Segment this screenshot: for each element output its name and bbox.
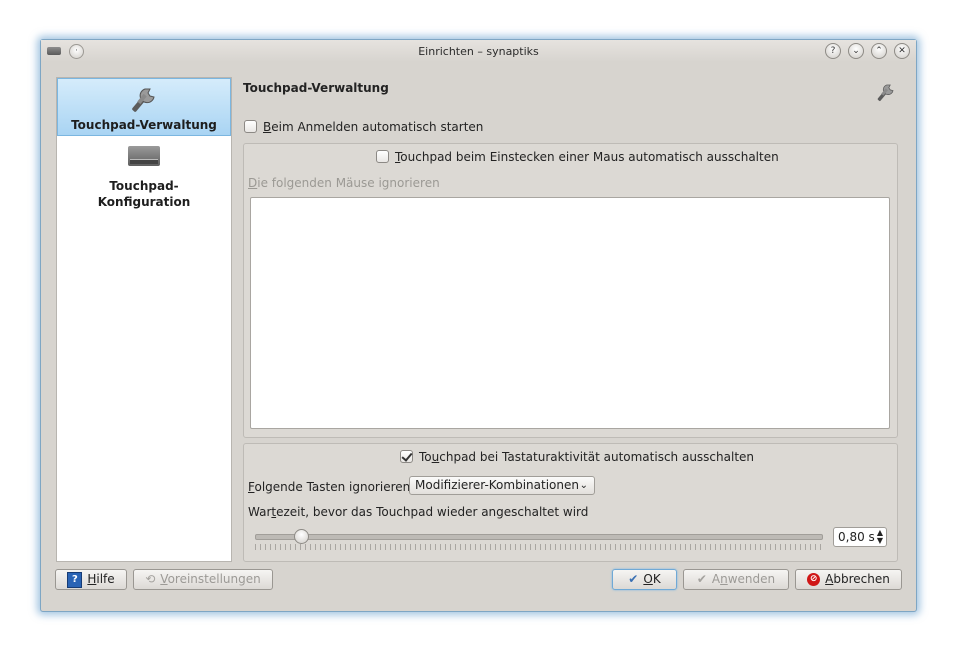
sidebar-item-label: Touchpad-Verwaltung: [71, 118, 217, 132]
sidebar-item-label-line2: Konfiguration: [97, 195, 191, 209]
wrench-icon: [58, 79, 230, 117]
check-icon: ✔: [696, 572, 707, 586]
autostart-checkbox[interactable]: [244, 120, 257, 133]
keyboard-autooff-label: Touchpad bei Tastaturaktivität automatis…: [419, 449, 755, 464]
window-title: Einrichten – synaptiks: [418, 45, 539, 58]
check-icon: ✔: [628, 572, 639, 586]
slider-ticks: [255, 544, 821, 550]
sidebar-item-touchpad-verwaltung[interactable]: Touchpad-Verwaltung: [57, 78, 231, 136]
mouse-autooff-label: Touchpad beim Einstecken einer Maus auto…: [395, 149, 779, 164]
chevron-down-icon: ⌄: [579, 480, 588, 491]
delay-value: 0,80 s: [838, 530, 875, 544]
keyboard-autooff-option[interactable]: Touchpad bei Tastaturaktivität automatis…: [400, 449, 754, 464]
delay-spinbox[interactable]: 0,80 s ▲ ▼: [833, 527, 887, 547]
keyboard-autooff-checkbox[interactable]: [400, 450, 413, 463]
autostart-option[interactable]: Beim Anmelden automatisch starten: [244, 119, 483, 134]
sidebar-item-label-line1: Touchpad-: [109, 179, 179, 193]
ok-button[interactable]: ✔ OK: [612, 569, 677, 590]
ignore-keys-label: Folgende Tasten ignorieren: [248, 480, 411, 494]
ignore-keys-value: Modifizierer-Kombinationen: [415, 478, 579, 492]
cancel-button[interactable]: ⊘ Abbrechen: [795, 569, 902, 590]
touchpad-icon: [128, 146, 160, 166]
cancel-icon: ⊘: [807, 573, 821, 586]
sidebar-item-touchpad-konfiguration[interactable]: Touchpad- Konfiguration: [57, 146, 231, 210]
ignore-keys-select[interactable]: Modifizierer-Kombinationen ⌄: [409, 476, 595, 495]
autostart-label: Beim Anmelden automatisch starten: [263, 119, 484, 134]
help-button[interactable]: ? Hilfe: [55, 569, 127, 590]
maximize-icon[interactable]: ⌃: [871, 43, 887, 59]
ignore-mice-label: Die folgenden Mäuse ignorieren: [248, 176, 440, 190]
settings-dialog: · Einrichten – synaptiks ? ⌄ ⌃ ✕ Touchpa…: [40, 39, 917, 612]
defaults-button[interactable]: ⟲ Voreinstellungen: [133, 569, 273, 590]
mouse-autooff-option[interactable]: Touchpad beim Einstecken einer Maus auto…: [376, 149, 779, 164]
page-title: Touchpad-Verwaltung: [243, 81, 389, 95]
close-icon[interactable]: ✕: [894, 43, 910, 59]
wrench-icon: [874, 80, 898, 107]
help-book-icon: ?: [67, 571, 83, 588]
title-bar[interactable]: · Einrichten – synaptiks ? ⌄ ⌃ ✕: [41, 40, 916, 62]
delay-label: Wartezeit, bevor das Touchpad wieder ang…: [248, 505, 589, 519]
minimize-icon[interactable]: ⌄: [848, 43, 864, 59]
spin-arrows-icon[interactable]: ▲ ▼: [877, 529, 883, 545]
mouse-autooff-checkbox[interactable]: [376, 150, 389, 163]
help-icon[interactable]: ?: [825, 43, 841, 59]
delay-slider[interactable]: [255, 529, 823, 544]
apply-button[interactable]: ✔ Anwenden: [683, 569, 789, 590]
reset-icon: ⟲: [145, 572, 156, 586]
ignored-mice-list[interactable]: [250, 197, 890, 429]
category-sidebar: Touchpad-Verwaltung Touchpad- Konfigurat…: [56, 77, 232, 562]
